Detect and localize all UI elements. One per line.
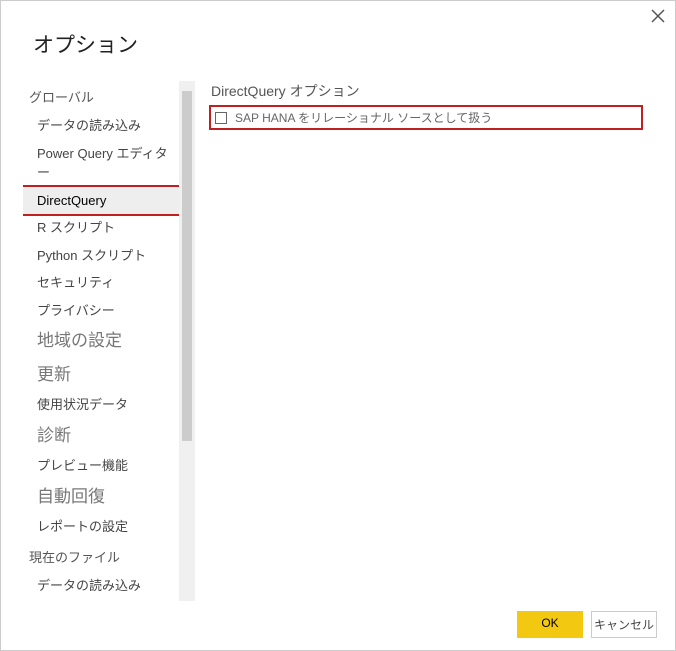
sidebar-item[interactable]: 使用状況データ: [23, 391, 183, 419]
ok-button[interactable]: OK: [517, 611, 583, 638]
cancel-button[interactable]: キャンセル: [591, 611, 657, 638]
sap-hana-relational-checkbox[interactable]: [215, 112, 227, 124]
sidebar-item[interactable]: 地域の設定: [23, 599, 183, 601]
sidebar-scrollbar-thumb[interactable]: [182, 91, 192, 441]
sidebar-section: 現在のファイル: [29, 547, 183, 566]
close-icon[interactable]: [651, 9, 665, 28]
sidebar-section: グローバル: [29, 87, 183, 106]
sidebar-item[interactable]: Python スクリプト: [23, 242, 183, 270]
dialog-title: オプション: [33, 29, 138, 59]
main-panel: DirectQuery オプション SAP HANA をリレーショナル ソースと…: [211, 81, 641, 128]
sidebar-item[interactable]: 診断: [23, 419, 183, 453]
sidebar-item[interactable]: Power Query エディター: [23, 140, 183, 187]
sidebar-item[interactable]: 地域の設定: [23, 324, 183, 358]
sidebar-scrollbar-track[interactable]: [179, 81, 195, 601]
sap-hana-relational-label: SAP HANA をリレーショナル ソースとして扱う: [235, 109, 492, 126]
sidebar-item[interactable]: データの読み込み: [23, 112, 183, 140]
sidebar-item[interactable]: R スクリプト: [23, 214, 183, 242]
sidebar-item[interactable]: プレビュー機能: [23, 452, 183, 480]
sidebar-item[interactable]: 更新: [23, 358, 183, 392]
sidebar-item[interactable]: 自動回復: [23, 480, 183, 514]
sidebar-item[interactable]: プライバシー: [23, 297, 183, 325]
sidebar-item[interactable]: データの読み込み: [23, 572, 183, 600]
sidebar: グローバルデータの読み込みPower Query エディターDirectQuer…: [23, 81, 183, 601]
dialog-footer: OK キャンセル: [517, 611, 657, 638]
sidebar-item[interactable]: セキュリティ: [23, 269, 183, 297]
sidebar-item[interactable]: DirectQuery: [23, 187, 183, 215]
sidebar-item[interactable]: レポートの設定: [23, 513, 183, 541]
sap-hana-relational-row[interactable]: SAP HANA をリレーショナル ソースとして扱う: [211, 107, 641, 128]
main-title: DirectQuery オプション: [211, 81, 641, 101]
